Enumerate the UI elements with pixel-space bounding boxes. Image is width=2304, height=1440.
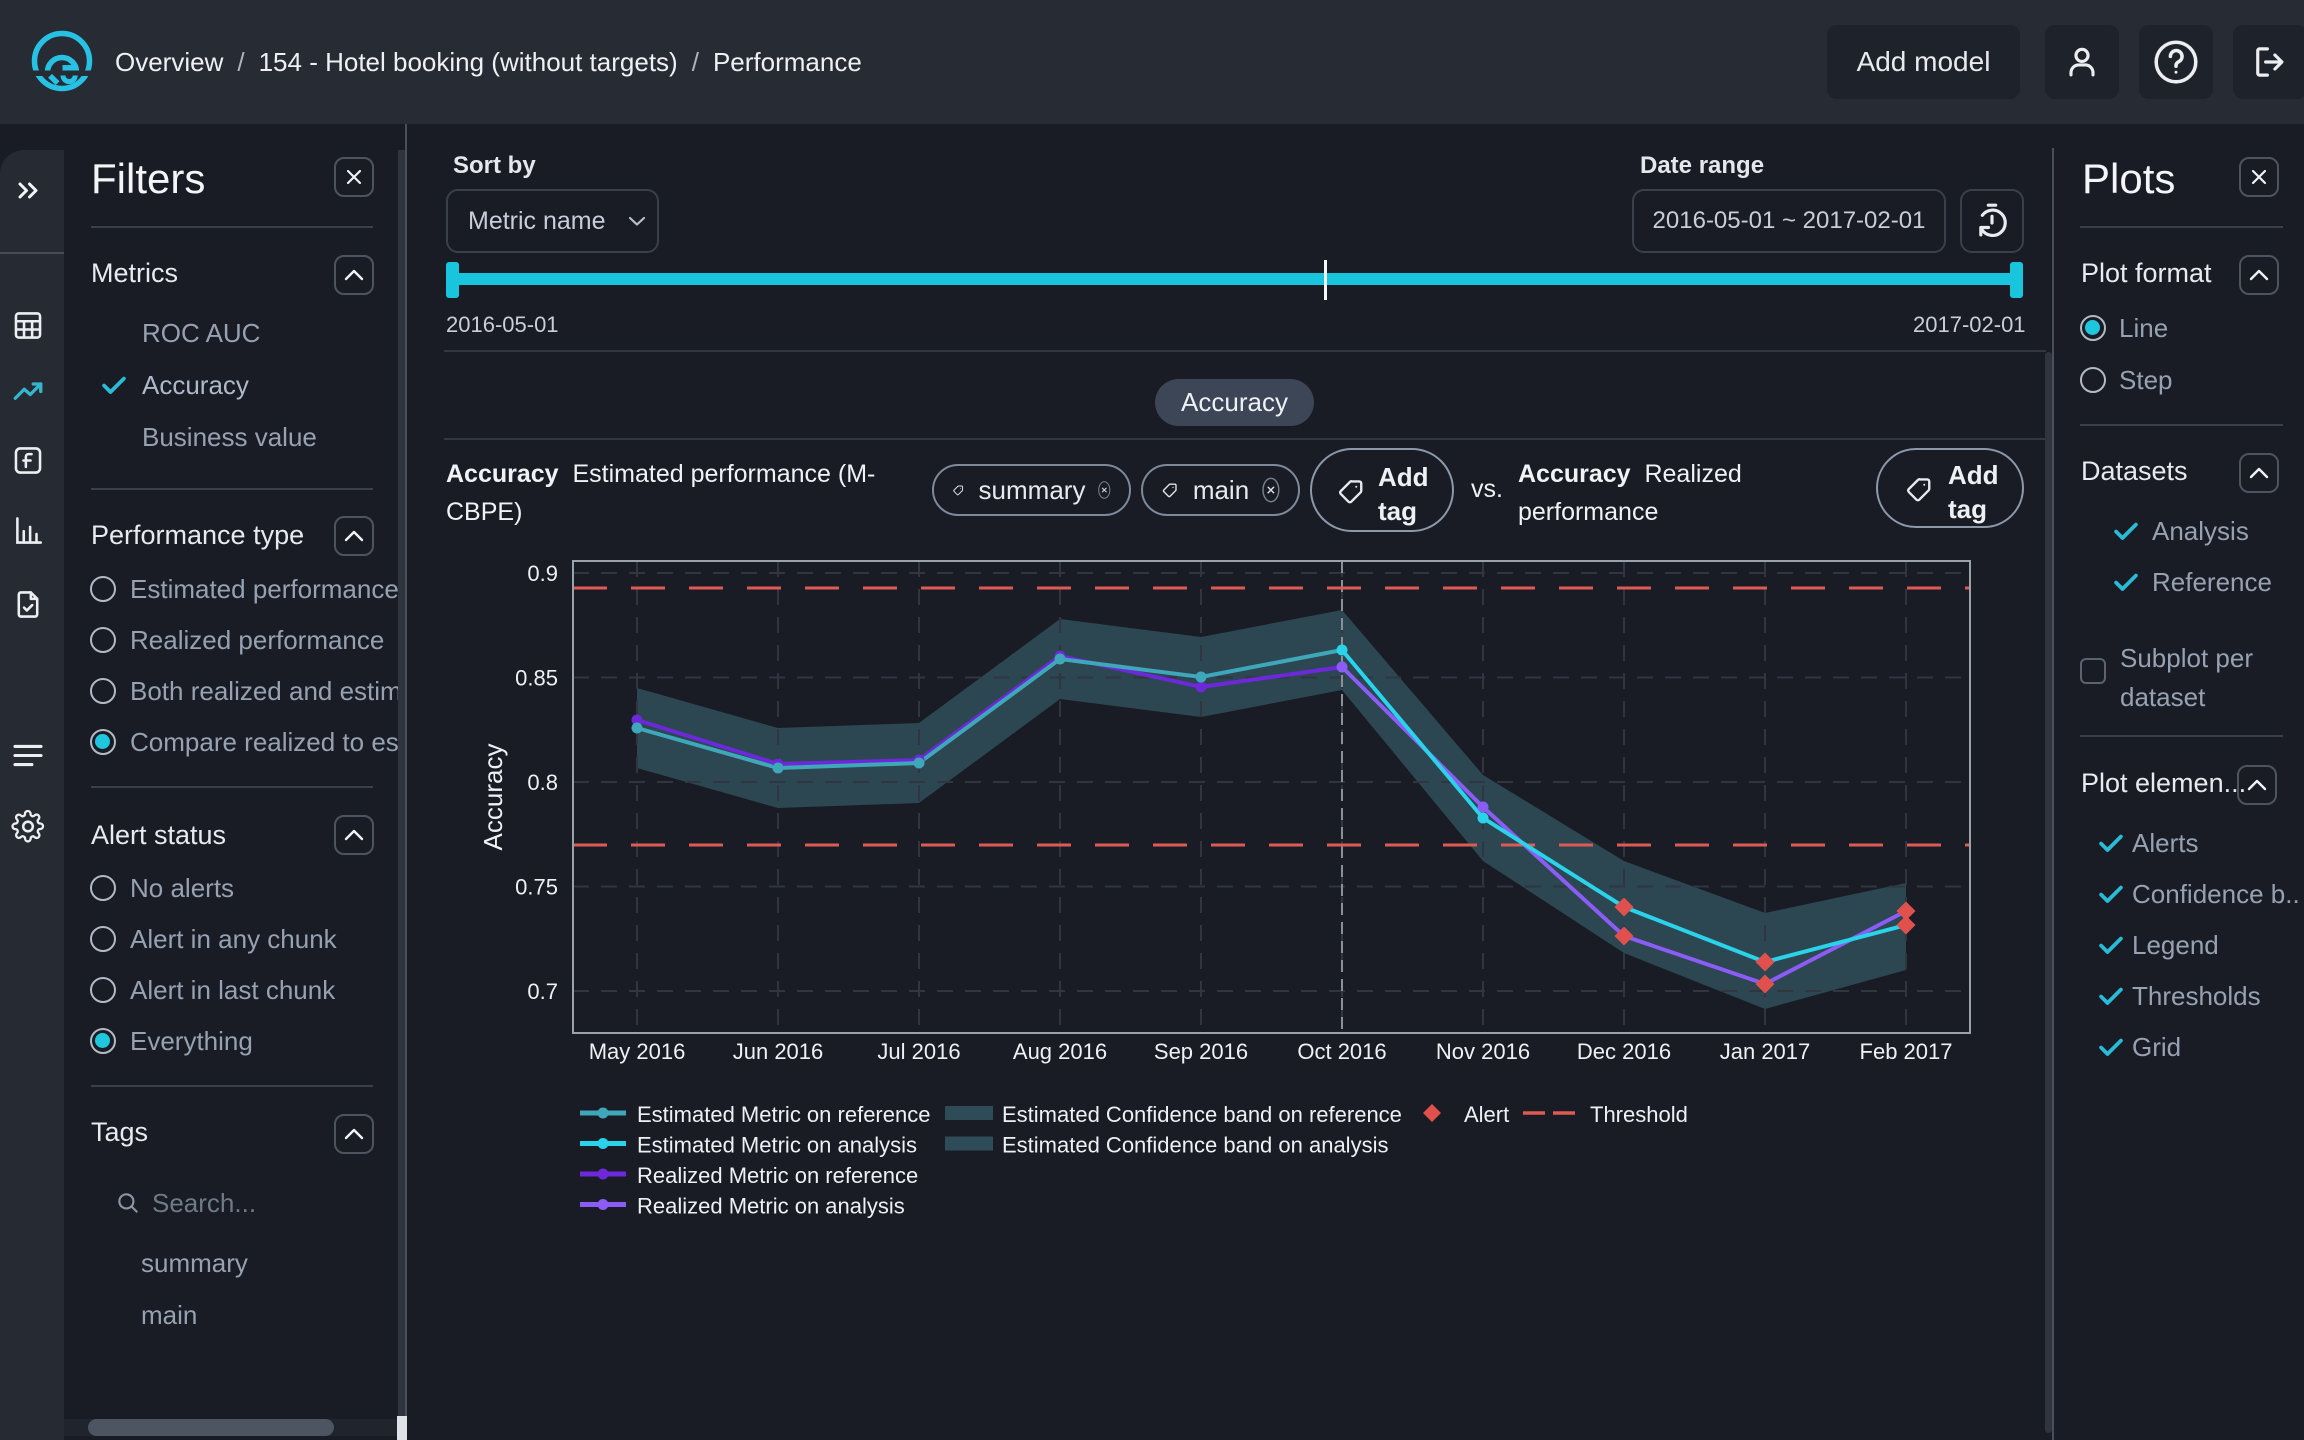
svg-text:Nov 2016: Nov 2016	[1436, 1039, 1530, 1064]
svg-text:Accuracy: Accuracy	[478, 744, 508, 851]
svg-text:Estimated Metric on reference: Estimated Metric on reference	[637, 1102, 930, 1127]
svg-text:Sep 2016: Sep 2016	[1154, 1039, 1248, 1064]
svg-text:Jun 2016: Jun 2016	[733, 1039, 824, 1064]
svg-text:0.7: 0.7	[527, 979, 558, 1004]
svg-text:Realized Metric on analysis: Realized Metric on analysis	[637, 1194, 905, 1219]
svg-text:Jul 2016: Jul 2016	[877, 1039, 960, 1064]
svg-text:Estimated Confidence band on r: Estimated Confidence band on reference	[1002, 1102, 1402, 1127]
svg-text:Feb 2017: Feb 2017	[1860, 1039, 1953, 1064]
svg-text:0.75: 0.75	[515, 875, 558, 900]
svg-text:May 2016: May 2016	[589, 1039, 686, 1064]
svg-text:0.85: 0.85	[515, 666, 558, 691]
svg-text:Dec 2016: Dec 2016	[1577, 1039, 1671, 1064]
svg-text:0.8: 0.8	[527, 770, 558, 795]
svg-text:Aug 2016: Aug 2016	[1013, 1039, 1107, 1064]
svg-text:Estimated Metric on analysis: Estimated Metric on analysis	[637, 1133, 917, 1158]
svg-text:Oct 2016: Oct 2016	[1297, 1039, 1386, 1064]
svg-text:Alert: Alert	[1464, 1102, 1509, 1127]
svg-text:Jan 2017: Jan 2017	[1720, 1039, 1811, 1064]
svg-text:Estimated Confidence band on a: Estimated Confidence band on analysis	[1002, 1133, 1388, 1158]
svg-text:0.9: 0.9	[527, 561, 558, 586]
svg-text:Threshold: Threshold	[1590, 1102, 1688, 1127]
svg-text:Realized Metric on reference: Realized Metric on reference	[637, 1163, 918, 1188]
